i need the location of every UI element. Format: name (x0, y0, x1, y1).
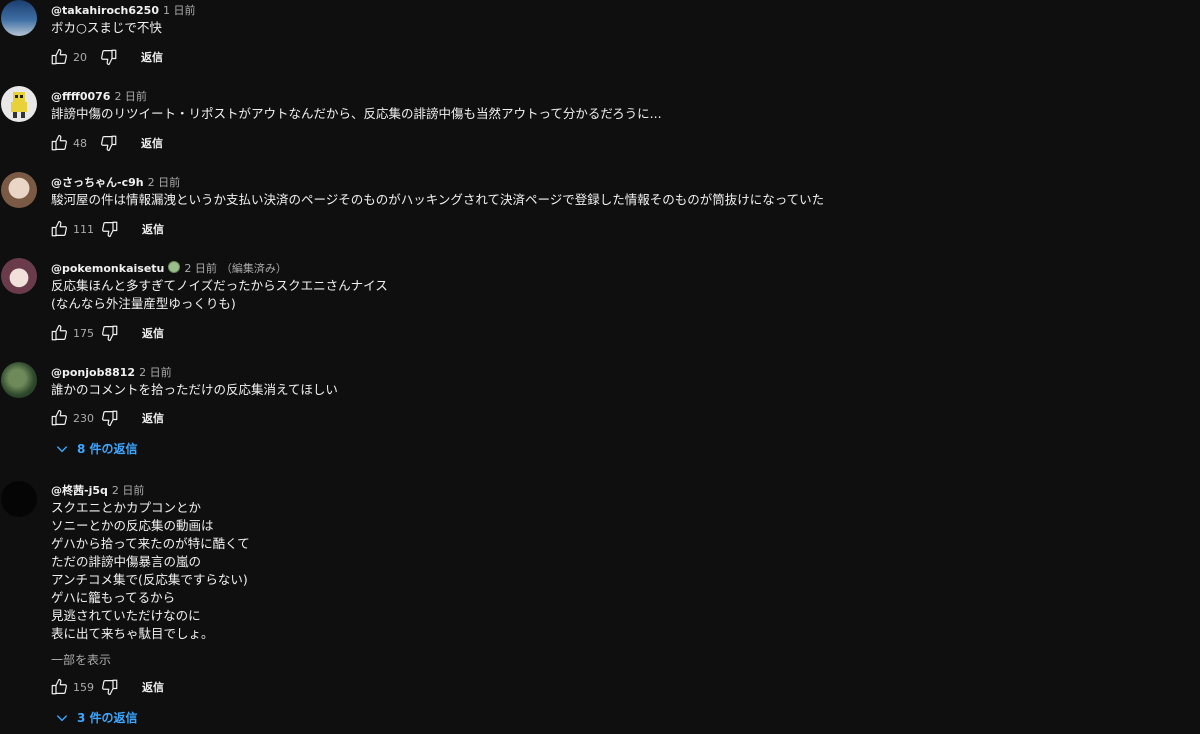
comment-line: ただの誹謗中傷暴言の嵐の (51, 554, 202, 569)
reply-button[interactable]: 返信 (142, 325, 164, 341)
comment-actions: 175 返信 (49, 323, 164, 343)
dislike-button[interactable] (99, 133, 119, 153)
timestamp[interactable]: 2 日前 (139, 366, 172, 379)
reply-button[interactable]: 返信 (142, 221, 164, 237)
avatar[interactable] (1, 481, 37, 517)
dislike-button[interactable] (100, 677, 120, 697)
comment-line: 誰かのコメントを拾っただけの反応集消えてほしい (51, 382, 338, 397)
view-replies-button[interactable]: 8 件の返信 (55, 440, 138, 457)
like-button[interactable] (49, 219, 69, 239)
reply-button[interactable]: 返信 (142, 679, 164, 695)
view-replies-button[interactable]: 3 件の返信 (55, 709, 138, 726)
like-count: 48 (73, 136, 87, 150)
comment-header: @pokemonkaisetu 2 日前 （編集済み） (51, 260, 287, 276)
thumbs-down-icon (101, 49, 117, 66)
comment-line: アンチコメ集で(反応集ですらない) (51, 572, 248, 587)
like-count: 175 (73, 326, 94, 340)
timestamp[interactable]: 2 日前 (184, 262, 217, 275)
dislike-button[interactable] (99, 47, 119, 67)
comment-text: 誹謗中傷のリツイート・リポストがアウトなんだから、反応集の誹謗中傷も当然アウトっ… (51, 105, 662, 123)
like-count: 111 (73, 222, 94, 236)
comment-line: ゲハから拾って来たのが特に酷くて (51, 536, 250, 551)
comment-line: 見逃されていただけなのに (51, 608, 201, 623)
thumbs-down-icon (102, 221, 118, 238)
author-name[interactable]: @ponjob8812 (51, 366, 135, 379)
author-name[interactable]: @さっちゃん-c9h (51, 176, 144, 189)
thumbs-up-icon (51, 48, 67, 65)
like-button[interactable] (49, 408, 69, 428)
thumbs-up-icon (51, 134, 67, 151)
comment-line: 反応集ほんと多すぎてノイズだったからスクエニさんナイス (51, 278, 388, 293)
comment-line: 誹謗中傷のリツイート・リポストがアウトなんだから、反応集の誹謗中傷も当然アウトっ… (51, 106, 662, 121)
comment-actions: 230 返信 (49, 408, 164, 428)
comment-line: スクエニとかカプコンとか (51, 500, 202, 515)
like-button[interactable] (49, 677, 69, 697)
author-name[interactable]: @ffff0076 (51, 90, 110, 103)
comment-text: スクエニとかカプコンとか ソニーとかの反応集の動画は ゲハから拾って来たのが特に… (51, 499, 250, 643)
comment-header: @さっちゃん-c9h 2 日前 (51, 174, 180, 190)
comment-line: ゲハに籠もってるから (51, 590, 176, 605)
comment-line: ソニーとかの反応集の動画は (51, 518, 214, 533)
like-button[interactable] (49, 323, 69, 343)
reply-button[interactable]: 返信 (141, 49, 163, 65)
like-button[interactable] (49, 133, 69, 153)
replies-count-label: 3 件の返信 (77, 711, 138, 725)
chevron-down-icon (56, 445, 68, 452)
comment-header: @柊茜-j5q 2 日前 (51, 482, 144, 498)
replies-count-label: 8 件の返信 (77, 442, 138, 456)
avatar[interactable] (1, 0, 37, 36)
thumbs-up-icon (51, 678, 67, 695)
author-name[interactable]: @柊茜-j5q (51, 484, 108, 497)
comment-header: @ponjob8812 2 日前 (51, 364, 172, 380)
edited-label: （編集済み） (220, 262, 287, 275)
comment-text: ボカ○スまじで不快 (51, 19, 162, 37)
comment-actions: 111 返信 (49, 219, 164, 239)
thumbs-down-icon (102, 325, 118, 342)
comment-line: 表に出て来ちゃ駄目でしょ。 (51, 626, 214, 641)
pixel-character-image (11, 92, 27, 118)
comment-text: 誰かのコメントを拾っただけの反応集消えてほしい (51, 381, 338, 399)
timestamp[interactable]: 2 日前 (114, 90, 147, 103)
thumbs-down-icon (102, 410, 118, 427)
thumbs-down-icon (102, 679, 118, 696)
avatar[interactable] (1, 362, 37, 398)
comment-header: @ffff0076 2 日前 (51, 88, 147, 104)
comment-actions: 48 返信 (49, 133, 163, 153)
comment-line: 駿河屋の件は情報漏洩というか支払い決済のページそのものがハッキングされて決済ペー… (51, 192, 825, 207)
comment-line: ボカ○スまじで不快 (51, 20, 162, 35)
avatar[interactable] (1, 258, 37, 294)
thumbs-up-icon (51, 220, 67, 237)
timestamp[interactable]: 2 日前 (112, 484, 145, 497)
thumbs-up-icon (51, 324, 67, 341)
dislike-button[interactable] (100, 408, 120, 428)
author-name[interactable]: @pokemonkaisetu (51, 262, 164, 275)
author-name[interactable]: @takahiroch6250 (51, 4, 159, 17)
comment-text: 駿河屋の件は情報漏洩というか支払い決済のページそのものがハッキングされて決済ペー… (51, 191, 824, 209)
comment-line: (なんなら外注量産型ゆっくりも) (51, 296, 236, 311)
timestamp[interactable]: 1 日前 (163, 4, 196, 17)
thumbs-down-icon (101, 135, 117, 152)
reply-button[interactable]: 返信 (142, 410, 164, 426)
verified-badge-icon (168, 261, 181, 273)
comment-actions: 159 返信 (49, 677, 164, 697)
like-count: 230 (73, 411, 94, 425)
comment-text: 反応集ほんと多すぎてノイズだったからスクエニさんナイス (なんなら外注量産型ゆっ… (51, 277, 388, 313)
like-button[interactable] (49, 47, 69, 67)
thumbs-up-icon (51, 409, 67, 426)
comment-header: @takahiroch6250 1 日前 (51, 2, 195, 18)
avatar[interactable] (1, 172, 37, 208)
avatar[interactable] (1, 86, 37, 122)
reply-button[interactable]: 返信 (141, 135, 163, 151)
like-count: 20 (73, 50, 87, 64)
timestamp[interactable]: 2 日前 (148, 176, 181, 189)
dislike-button[interactable] (100, 219, 120, 239)
show-less-button[interactable]: 一部を表示 (51, 651, 111, 668)
dislike-button[interactable] (100, 323, 120, 343)
like-count: 159 (73, 680, 94, 694)
comment-actions: 20 返信 (49, 47, 163, 67)
chevron-down-icon (56, 714, 68, 721)
